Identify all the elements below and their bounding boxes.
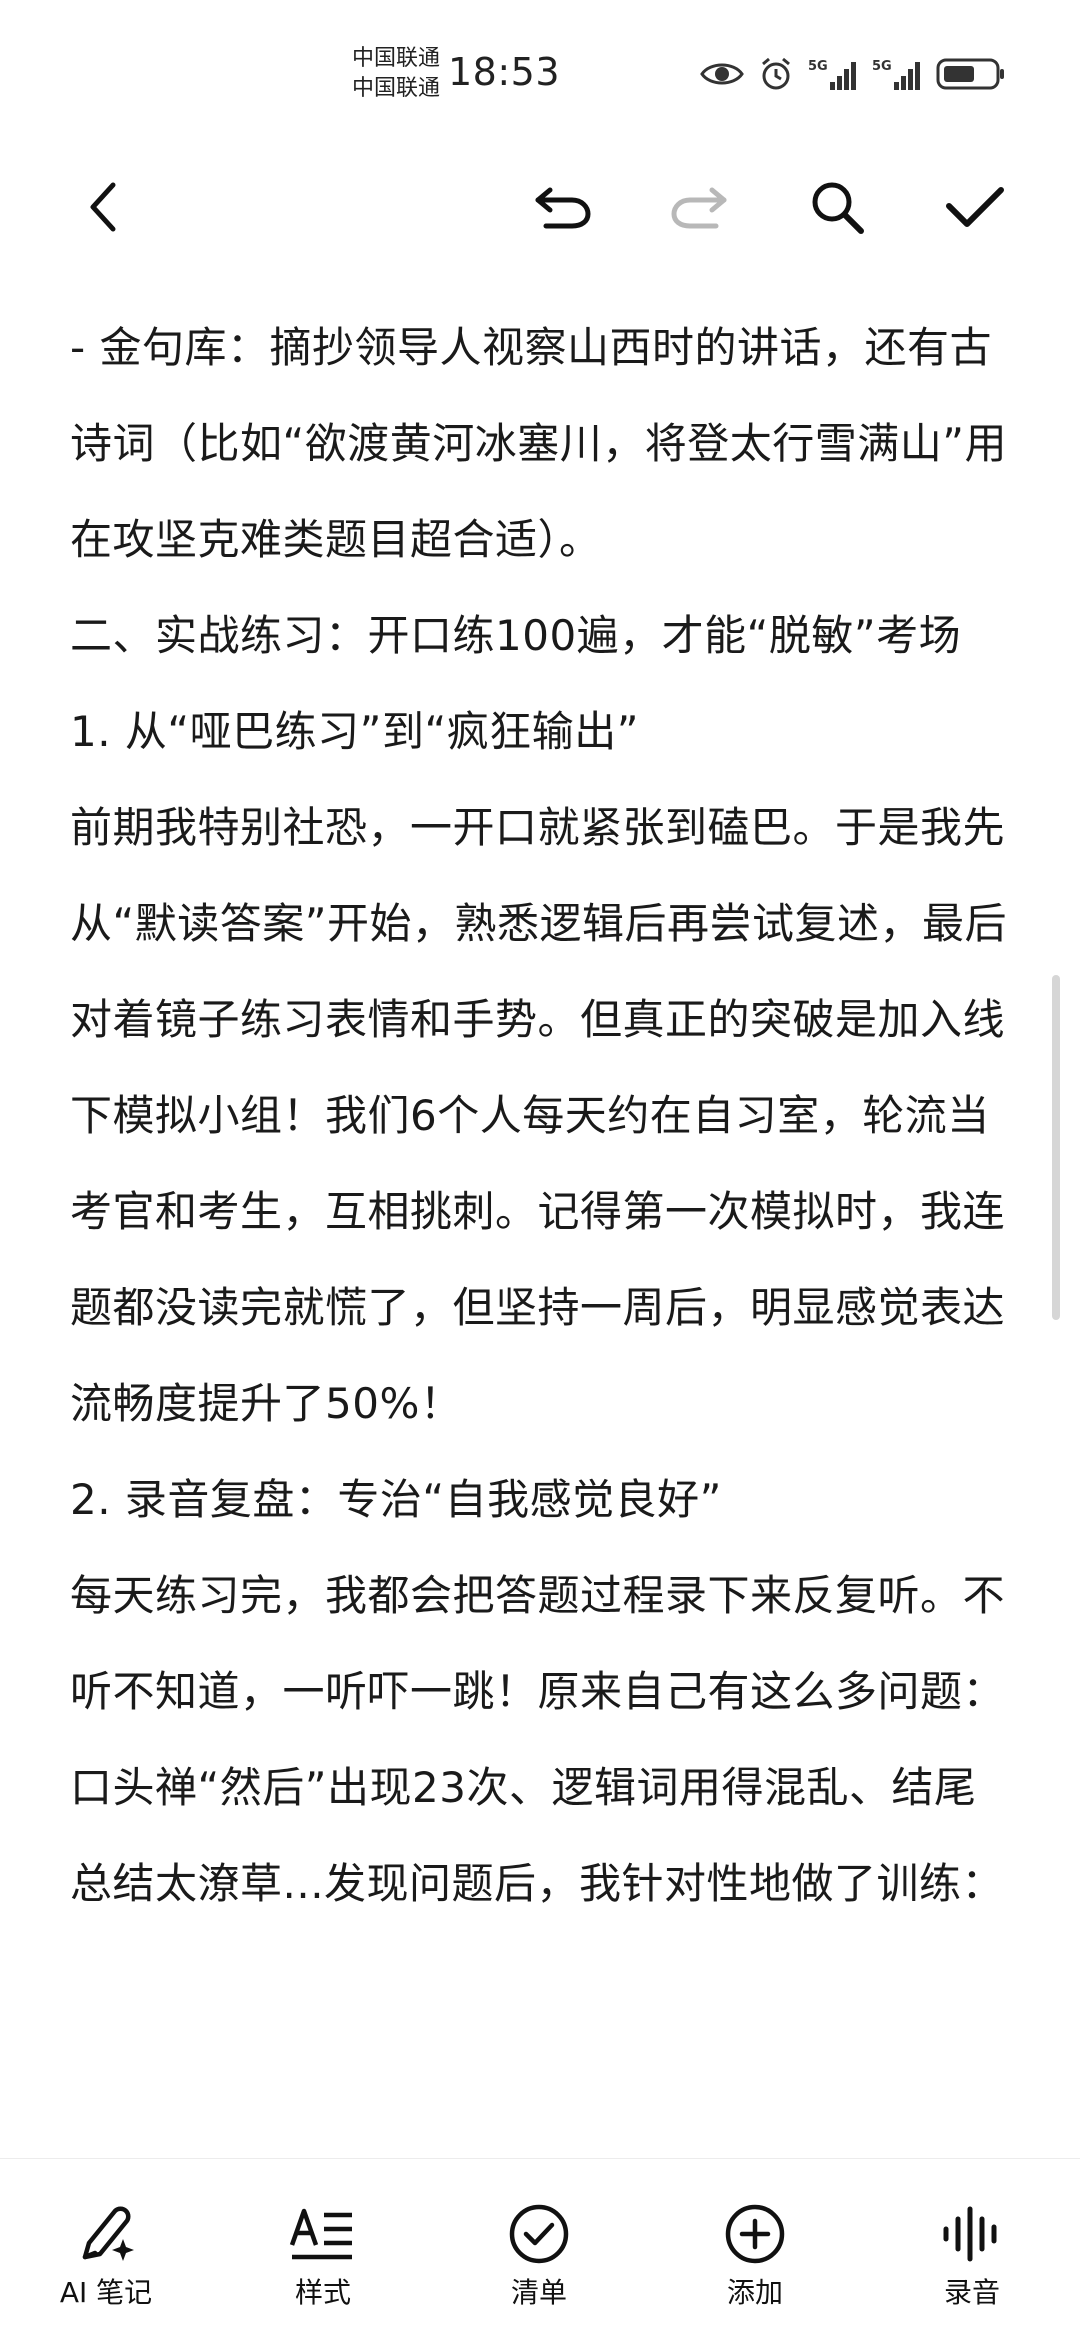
done-button[interactable] <box>940 174 1010 244</box>
signal-icon: 5G <box>872 56 922 92</box>
eye-icon <box>700 59 744 89</box>
alarm-icon <box>758 56 794 92</box>
search-icon <box>807 177 867 241</box>
carrier-labels: 中国联通 中国联通 <box>352 44 440 104</box>
checklist-button[interactable]: 清单 <box>454 2199 624 2319</box>
status-bar: 中国联通 中国联通 18:53 5G 5G <box>0 0 1080 150</box>
ai-pen-icon <box>71 2199 141 2269</box>
undo-icon <box>532 182 594 236</box>
checklist-icon <box>504 2199 574 2269</box>
ai-notes-label: AI 笔记 <box>59 2276 153 2309</box>
redo-button[interactable] <box>664 174 734 244</box>
note-heading: 二、实战练习：开口练100遍，才能“脱敏”考场 <box>70 611 962 660</box>
status-time: 18:53 <box>448 50 561 94</box>
scrollbar[interactable] <box>1052 975 1060 1320</box>
bottom-action-bar: AI 笔记 样式 清单 添加 录音 <box>0 2158 1080 2345</box>
audio-wave-icon <box>937 2199 1007 2269</box>
add-icon <box>720 2199 790 2269</box>
record-button[interactable]: 录音 <box>887 2199 1057 2319</box>
signal-1-label: 5G <box>808 59 828 74</box>
add-label: 添加 <box>726 2276 783 2309</box>
signal-icon: 5G <box>808 56 858 92</box>
editor-toolbar <box>0 150 1080 260</box>
carrier-2-label: 中国联通 <box>352 76 441 101</box>
record-label: 录音 <box>943 2276 1000 2309</box>
undo-button[interactable] <box>528 174 598 244</box>
ai-notes-button[interactable]: AI 笔记 <box>21 2199 191 2319</box>
check-icon <box>943 182 1007 236</box>
checklist-label: 清单 <box>510 2276 567 2309</box>
style-button[interactable]: 样式 <box>238 2199 408 2319</box>
note-paragraph: 前期我特别社恐，一开口就紧张到磕巴。于是我先从“默读答案”开始，熟悉逻辑后再尝试… <box>70 803 1008 1428</box>
back-icon <box>83 177 123 241</box>
style-label: 样式 <box>294 2276 351 2309</box>
note-subheading: 1. 从“哑巴练习”到“疯狂输出” <box>70 707 639 756</box>
text-style-icon <box>288 2199 358 2269</box>
note-subheading: 2. 录音复盘：专治“自我感觉良好” <box>70 1475 722 1524</box>
signal-2-label: 5G <box>872 59 892 74</box>
note-paragraph: - 金句库：摘抄领导人视察山西时的讲话，还有古诗词（比如“欲渡黄河冰塞川，将登太… <box>70 323 1008 564</box>
back-button[interactable] <box>68 174 138 244</box>
carrier-1-label: 中国联通 <box>352 46 441 71</box>
battery-icon <box>936 57 1006 91</box>
note-paragraph: 每天练习完，我都会把答题过程录下来反复听。不听不知道，一听吓一跳！原来自己有这么… <box>70 1571 1006 1908</box>
search-button[interactable] <box>802 174 872 244</box>
add-button[interactable]: 添加 <box>670 2199 840 2319</box>
redo-icon <box>668 182 730 236</box>
status-icons: 5G 5G <box>700 52 1006 96</box>
note-editor[interactable]: - 金句库：摘抄领导人视察山西时的讲话，还有古诗词（比如“欲渡黄河冰塞川，将登太… <box>70 300 1010 2155</box>
